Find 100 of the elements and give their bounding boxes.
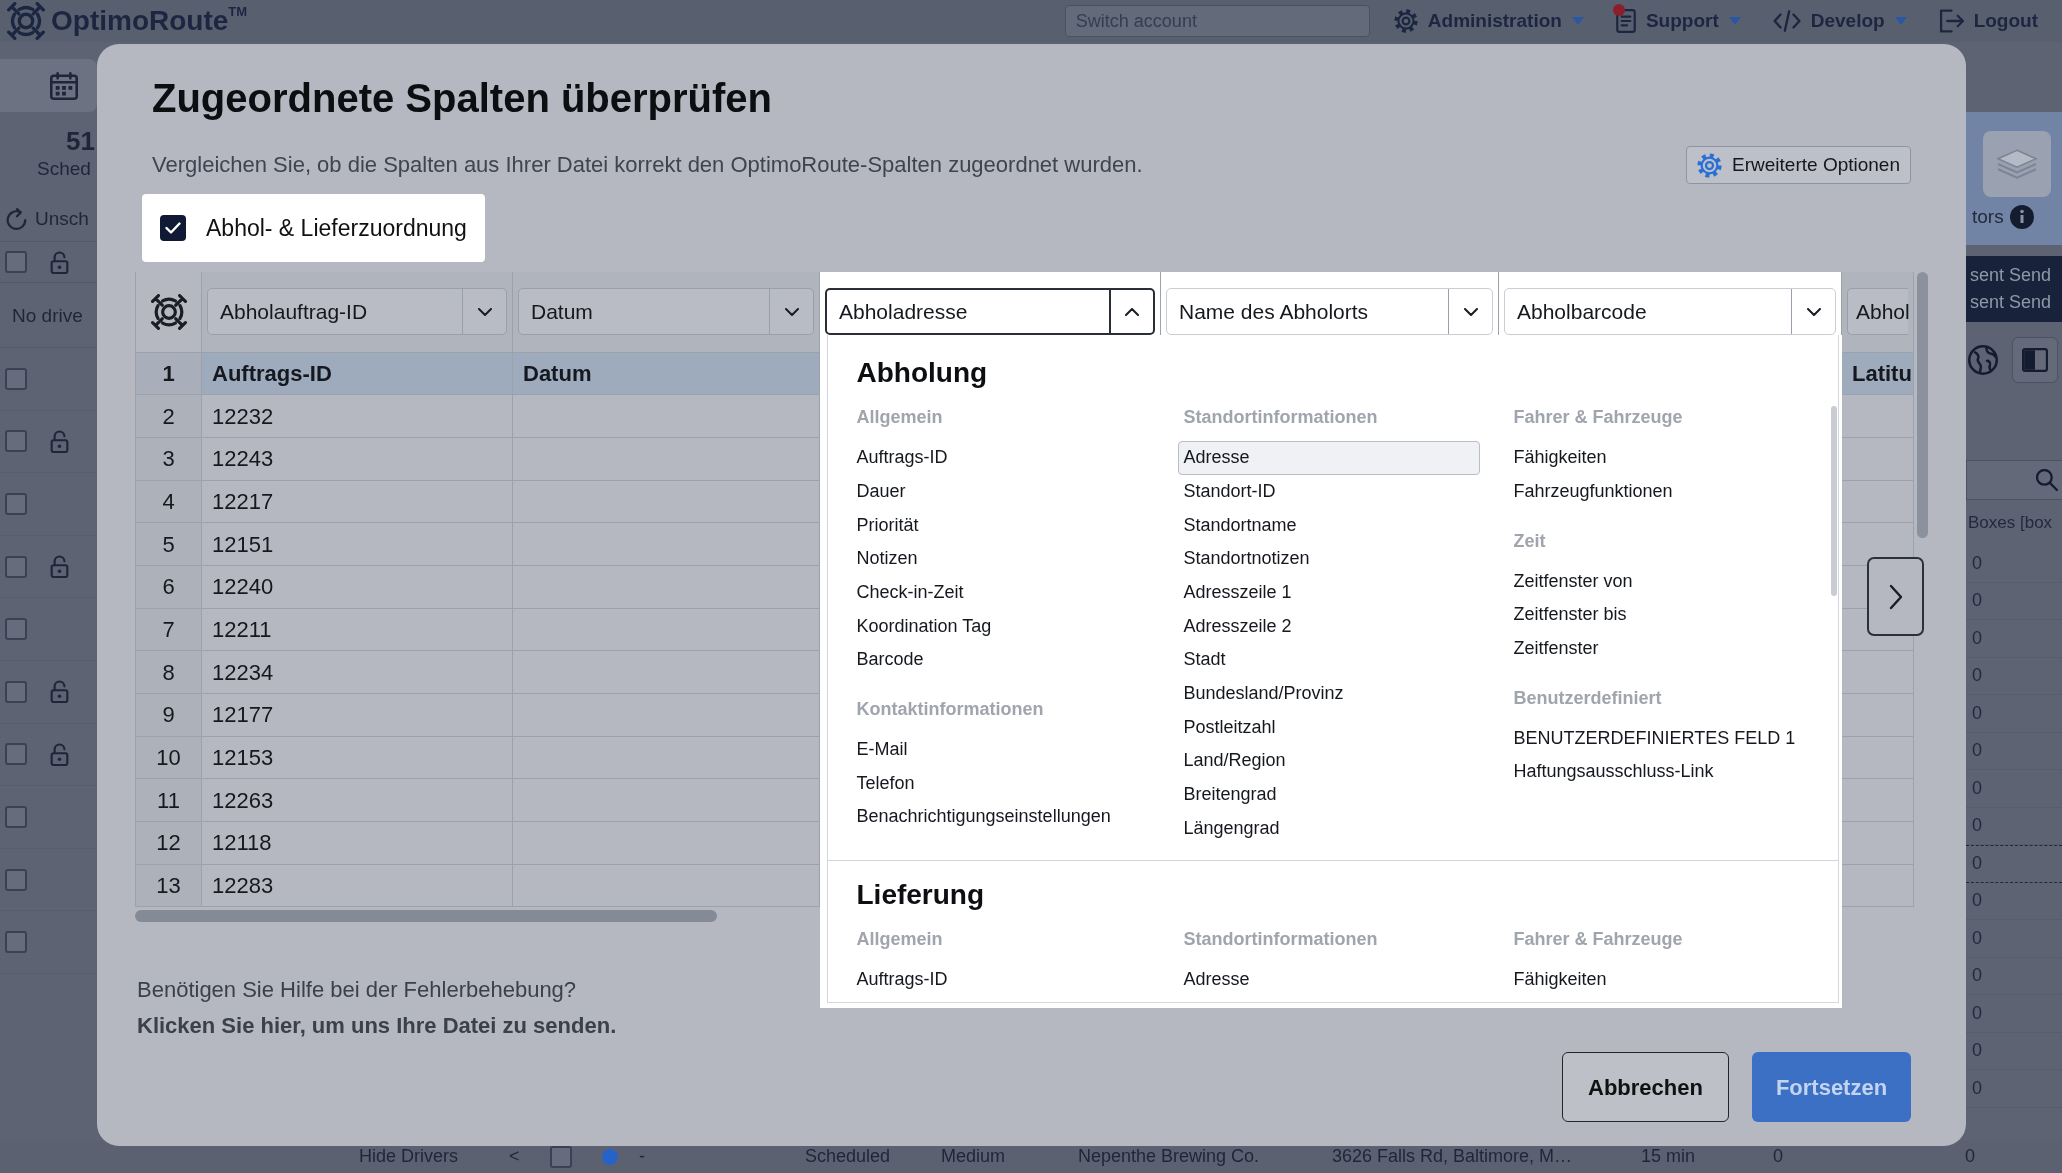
vertical-scrollbar[interactable] xyxy=(1917,272,1928,538)
menu-item[interactable]: Adresse xyxy=(1177,962,1480,997)
menu-item[interactable]: Telefon xyxy=(850,766,1153,801)
send-link[interactable]: Send xyxy=(2009,292,2052,312)
logo-icon xyxy=(7,2,45,40)
table-cell-text: 0 xyxy=(1773,1145,1783,1168)
menu-item[interactable]: Adresse xyxy=(1177,441,1480,475)
menu-item[interactable]: Fähigkeiten xyxy=(1507,962,1810,997)
table-header-cell: Auftrags-ID xyxy=(201,352,513,395)
menu-item[interactable]: Land/Region xyxy=(1177,744,1480,779)
column-select[interactable]: Abholbarcode xyxy=(1504,288,1836,336)
chevron-up-icon xyxy=(1125,307,1139,316)
refresh-icon xyxy=(6,208,28,230)
menu-item[interactable]: E-Mail xyxy=(850,733,1153,767)
chevron-down-icon xyxy=(1463,307,1478,316)
menu-item[interactable]: Barcode xyxy=(850,643,1153,678)
padlock-icon[interactable] xyxy=(50,742,69,766)
menu-item[interactable]: Bundesland/Provinz xyxy=(1177,677,1480,711)
menu-group-heading: Standortinformationen xyxy=(1183,928,1378,949)
sidebar-toggle-button[interactable] xyxy=(2012,337,2058,383)
menu-item[interactable]: Standort-ID xyxy=(1177,474,1480,509)
column-select[interactable]: Abholauftrag-ID xyxy=(207,288,507,336)
row-number: 6 xyxy=(135,565,202,609)
checkbox[interactable] xyxy=(5,868,27,891)
table-cell: 12151 xyxy=(201,522,513,566)
menu-item[interactable]: Stadt xyxy=(1177,643,1480,678)
menu-item[interactable]: Zeitfenster xyxy=(1507,632,1810,666)
row-number: 12 xyxy=(135,821,202,865)
gear-icon xyxy=(1393,9,1418,33)
row-number: 10 xyxy=(135,736,202,779)
map-layers-button[interactable] xyxy=(1983,131,2051,197)
menu-group-heading: Fahrer & Fahrzeuge xyxy=(1513,928,1683,949)
table-cell-text: 0 xyxy=(1965,1145,1975,1168)
menu-item[interactable]: Auftrags-ID xyxy=(850,962,1153,997)
menu-item[interactable]: Priorität xyxy=(850,508,1153,543)
padlock-icon[interactable] xyxy=(50,680,69,704)
column-select[interactable]: Abholadresse xyxy=(825,288,1155,336)
menu-item[interactable]: Haftungsausschluss-Link xyxy=(1507,755,1810,790)
search-field[interactable] xyxy=(1966,460,2062,500)
send-link[interactable]: Send xyxy=(2009,265,2052,285)
column-select[interactable]: Name des Abholorts xyxy=(1166,288,1493,336)
menu-section-title: Lieferung xyxy=(856,877,986,912)
checkbox[interactable] xyxy=(550,1145,572,1168)
checkbox[interactable] xyxy=(5,430,27,453)
menu-item[interactable]: BENUTZERDEFINIERTES FELD 1 xyxy=(1507,721,1810,756)
help-link[interactable]: Klicken Sie hier, um uns Ihre Datei zu senden. xyxy=(137,1012,617,1038)
row-number: 8 xyxy=(135,650,202,694)
search-icon[interactable] xyxy=(2036,469,2058,491)
checkbox[interactable] xyxy=(5,493,27,515)
checkbox[interactable] xyxy=(5,251,27,273)
checkbox[interactable] xyxy=(5,367,27,390)
table-cell: 12177 xyxy=(201,693,513,737)
info-icon[interactable] xyxy=(2009,205,2034,230)
menu-item[interactable]: Längengrad xyxy=(1177,811,1480,846)
logout-icon xyxy=(1938,9,1964,33)
menu-item[interactable]: Fahrzeugfunktionen xyxy=(1507,474,1810,509)
menu-item[interactable]: Adresszeile 2 xyxy=(1177,609,1480,644)
menu-group-heading: Kontaktinformationen xyxy=(856,699,1044,720)
checkbox[interactable] xyxy=(5,805,27,828)
table-cell: 12217 xyxy=(201,480,513,523)
menu-item[interactable]: Zeitfenster bis xyxy=(1507,598,1810,632)
calendar-icon xyxy=(50,71,78,100)
checkbox[interactable] xyxy=(160,215,186,241)
padlock-icon[interactable] xyxy=(50,429,69,453)
globe-icon[interactable] xyxy=(1968,345,1998,375)
menu-item[interactable]: Notizen xyxy=(850,542,1153,576)
advanced-options-button[interactable]: Erweiterte Optionen xyxy=(1686,146,1911,184)
checkbox[interactable] xyxy=(5,555,27,578)
checkbox[interactable] xyxy=(5,743,27,766)
menu-item[interactable]: Standortnotizen xyxy=(1177,542,1480,576)
row-number: 5 xyxy=(135,522,202,566)
menu-item[interactable]: Benachrichtigungseinstellungen xyxy=(850,800,1153,835)
checkbox[interactable] xyxy=(5,680,27,703)
menu-group-heading: Standortinformationen xyxy=(1183,407,1378,428)
cancel-button[interactable]: Abbrechen xyxy=(1562,1052,1729,1123)
next-columns-button[interactable] xyxy=(1867,557,1924,636)
menu-item[interactable]: Postleitzahl xyxy=(1177,710,1480,745)
table-cell-text: Nepenthe Brewing Co. xyxy=(1078,1145,1260,1168)
menu-group-heading: Fahrer & Fahrzeuge xyxy=(1513,407,1683,428)
table-cell: 12234 xyxy=(201,650,513,694)
column-select[interactable]: Abhol xyxy=(1847,288,1908,336)
column-heading: Boxes [box xyxy=(1968,511,2053,534)
table-cell: 12243 xyxy=(201,437,513,481)
layers-icon xyxy=(1997,148,2037,180)
table-cell-text: 3626 Falls Rd, Baltimore, M… xyxy=(1332,1145,1573,1168)
column-select[interactable]: Datum xyxy=(518,288,814,336)
menu-scrollbar[interactable] xyxy=(1830,406,1837,597)
checkbox[interactable] xyxy=(5,931,27,954)
stat-value: 51 xyxy=(65,126,96,156)
checkbox[interactable] xyxy=(5,618,27,641)
menu-item[interactable]: Adresszeile 1 xyxy=(1177,576,1480,610)
menu-item[interactable]: Breitengrad xyxy=(1177,778,1480,812)
row-number: 3 xyxy=(135,437,202,481)
padlock-icon[interactable] xyxy=(50,555,69,579)
padlock-icon[interactable] xyxy=(50,250,69,274)
date-tab[interactable] xyxy=(0,59,97,112)
menu-item[interactable]: Standortname xyxy=(1177,508,1480,543)
menu-group-heading: Allgemein xyxy=(856,928,943,949)
menu-item[interactable]: Dauer xyxy=(850,474,1153,509)
horizontal-scrollbar[interactable] xyxy=(135,910,717,923)
